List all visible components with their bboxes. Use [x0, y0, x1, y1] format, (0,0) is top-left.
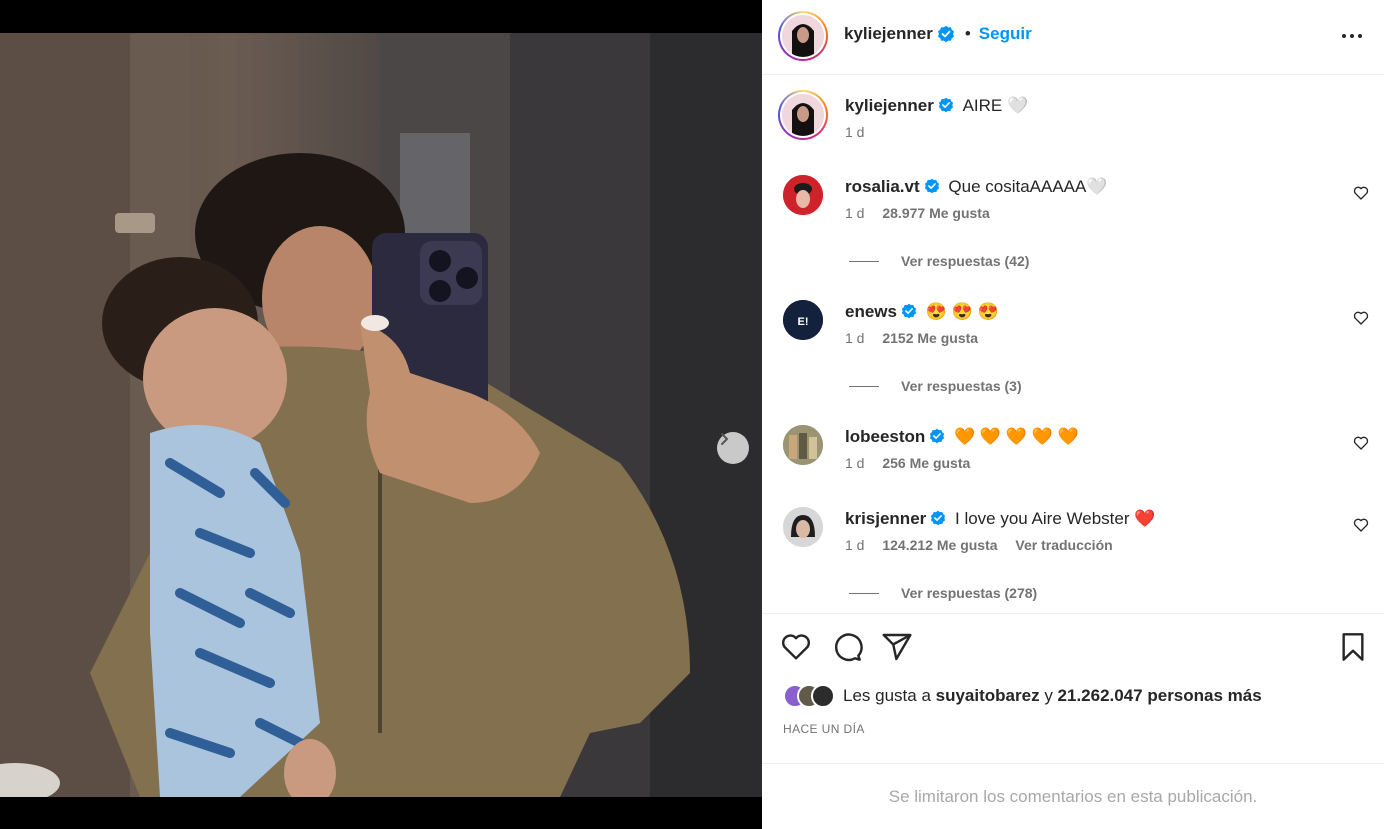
comment-likes[interactable]: 28.977 Me gusta	[882, 205, 989, 221]
comment-likes[interactable]: 124.212 Me gusta	[882, 537, 997, 553]
comment-avatar[interactable]: E!	[783, 300, 823, 340]
view-replies-button[interactable]: Ver respuestas (278)	[849, 585, 1037, 601]
heart-icon	[1353, 311, 1369, 325]
comment-age: 1 d	[845, 330, 865, 346]
likes-count[interactable]: 21.262.047 personas más	[1058, 686, 1262, 705]
comment-emoji: 🧡 🧡 🧡 🧡 🧡	[954, 427, 1079, 446]
heart-icon	[1353, 186, 1369, 200]
comment-avatar[interactable]	[783, 507, 823, 547]
comment-age: 1 d	[845, 205, 865, 221]
comments-list: kyliejenner AIRE 🤍 1 d rosalia.vt Que co…	[762, 75, 1384, 613]
comment-likes[interactable]: 256 Me gusta	[882, 455, 970, 471]
share-icon	[882, 633, 912, 661]
avatar-image	[783, 425, 823, 465]
likes-conj: y	[1044, 686, 1053, 705]
avatar-image	[782, 94, 824, 136]
verified-icon	[937, 25, 954, 43]
replies-line	[849, 260, 879, 262]
comments-limited-notice: Se limitaron los comentarios en esta pub…	[762, 763, 1384, 829]
comment-avatar[interactable]	[783, 175, 823, 215]
post-timestamp: HACE UN DÍA	[783, 722, 865, 736]
photo-illustration	[0, 33, 762, 797]
avatar-image	[782, 15, 824, 57]
comment-emoji: 😍 😍 😍	[925, 302, 999, 321]
author-avatar[interactable]	[778, 11, 828, 61]
heart-icon	[1353, 518, 1369, 532]
author-username[interactable]: kyliejenner	[844, 24, 933, 44]
view-replies-label: Ver respuestas (278)	[901, 585, 1038, 601]
view-replies-button[interactable]: Ver respuestas (3)	[849, 378, 1022, 394]
avatar-image	[783, 175, 823, 215]
comment-button[interactable]	[830, 631, 864, 665]
comment-username[interactable]: rosalia.vt	[845, 177, 920, 196]
comment-emoji: ❤️	[1134, 509, 1156, 528]
like-button[interactable]	[779, 631, 813, 665]
comment-like-button[interactable]	[1352, 185, 1370, 203]
verified-icon	[930, 428, 945, 444]
comment-username[interactable]: enews	[845, 302, 897, 321]
comment-age: 1 d	[845, 537, 865, 553]
chevron-right-icon	[721, 433, 728, 445]
carousel-next-button[interactable]	[717, 432, 749, 464]
view-replies-button[interactable]: Ver respuestas (42)	[849, 253, 1029, 269]
comment-username[interactable]: krisjenner	[845, 509, 926, 528]
post-photo[interactable]	[0, 33, 762, 797]
verified-icon	[931, 510, 946, 526]
author-avatar[interactable]	[778, 90, 828, 140]
comment-username[interactable]: kyliejenner	[845, 96, 934, 115]
caption-emoji: 🤍	[1006, 96, 1029, 115]
liker-avatar	[811, 684, 835, 708]
comment-username[interactable]: lobeeston	[845, 427, 925, 446]
save-button[interactable]	[1336, 631, 1370, 665]
comment-icon	[835, 633, 863, 662]
svg-text:E!: E!	[798, 316, 809, 328]
post-actions: Les gusta a suyaitobarez y 21.262.047 pe…	[762, 613, 1384, 763]
post-header: kyliejenner • Seguir	[762, 0, 1384, 75]
caption-age: 1 d	[845, 124, 865, 140]
comment-avatar[interactable]	[783, 425, 823, 465]
comment-age: 1 d	[845, 455, 865, 471]
comment-emoji: 🤍	[1086, 177, 1108, 196]
likes-summary: Les gusta a suyaitobarez y 21.262.047 pe…	[783, 684, 1262, 708]
comment-text: Que cositaAAAAA	[948, 177, 1087, 196]
caption-text: AIRE	[962, 96, 1003, 115]
comment-likes[interactable]: 2152 Me gusta	[882, 330, 978, 346]
post-side-panel: kyliejenner • Seguir kyliejenner AIRE 🤍 …	[762, 0, 1384, 829]
verified-icon	[901, 303, 917, 319]
view-replies-label: Ver respuestas (42)	[901, 253, 1030, 269]
see-translation-button[interactable]: Ver traducción	[1015, 537, 1112, 553]
replies-line	[849, 385, 879, 387]
media-panel	[0, 0, 762, 829]
follow-button[interactable]: Seguir	[979, 24, 1032, 44]
liker-username[interactable]: suyaitobarez	[936, 686, 1040, 705]
comment-like-button[interactable]	[1352, 310, 1370, 328]
comment-like-button[interactable]	[1352, 435, 1370, 453]
more-options-button[interactable]	[1338, 24, 1366, 48]
heart-icon	[782, 634, 810, 660]
separator-dot: •	[964, 24, 971, 43]
view-replies-label: Ver respuestas (3)	[901, 378, 1022, 394]
avatar-image	[783, 507, 823, 547]
comment-like-button[interactable]	[1352, 517, 1370, 535]
comment-text: I love you Aire Webster	[955, 509, 1130, 528]
more-icon	[1342, 34, 1362, 38]
share-button[interactable]	[880, 631, 914, 665]
verified-icon	[924, 178, 939, 194]
bookmark-icon	[1342, 633, 1364, 661]
avatar-image: E!	[783, 300, 823, 340]
heart-icon	[1353, 436, 1369, 450]
replies-line	[849, 592, 879, 594]
likes-prefix: Les gusta a	[843, 686, 931, 705]
verified-icon	[938, 97, 953, 113]
